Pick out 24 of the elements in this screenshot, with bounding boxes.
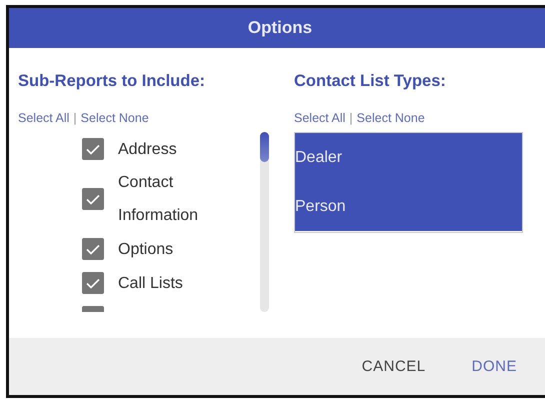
checkbox-label: Call Lists — [118, 274, 184, 294]
select-all-link[interactable]: Select All — [294, 111, 346, 125]
section-heading: Sub-Reports to Include: — [18, 72, 206, 92]
separator: | — [73, 111, 77, 125]
select-none-link[interactable]: Select None — [80, 111, 149, 125]
select-all-link[interactable]: Select All — [18, 111, 70, 125]
checkbox[interactable] — [82, 138, 104, 160]
scrollbar[interactable] — [260, 132, 269, 312]
list-box[interactable]: Dealer Person — [294, 132, 523, 233]
scrollbar-thumb[interactable] — [260, 132, 269, 162]
section-heading: Contact List Types: — [294, 72, 447, 92]
checkbox[interactable] — [82, 188, 104, 210]
checkbox-label: Contact Information — [118, 173, 200, 226]
done-button[interactable]: DONE — [466, 350, 523, 383]
select-none-link[interactable]: Select None — [356, 111, 425, 125]
checkbox[interactable] — [82, 238, 104, 260]
list-option[interactable]: Person — [295, 182, 522, 231]
cancel-button[interactable]: CANCEL — [356, 350, 432, 383]
separator: | — [349, 111, 353, 125]
checkbox[interactable] — [82, 272, 104, 294]
list-option[interactable]: Dealer — [295, 133, 522, 182]
checkbox-label: Options — [118, 240, 174, 260]
dialog-title: Options — [248, 18, 312, 38]
checkbox-label: Address — [118, 140, 178, 160]
